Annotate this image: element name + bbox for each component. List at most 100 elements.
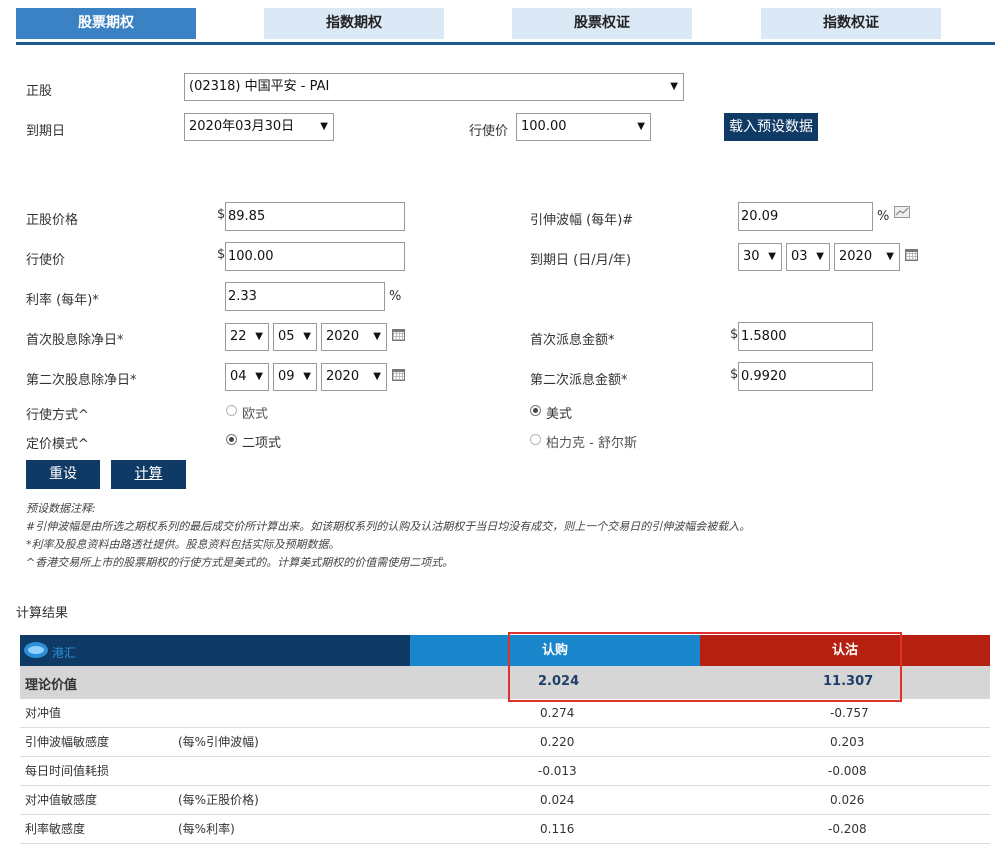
first-exdate-day-select[interactable]: 22 ▼ — [225, 323, 269, 351]
radio-binomial[interactable] — [226, 434, 237, 445]
expiry-year-select[interactable]: 2020 ▼ — [834, 243, 900, 271]
pricing-model-label: 定价模式^ — [26, 437, 89, 452]
row-note: (每%正股价格) — [178, 793, 259, 807]
chevron-down-icon: ▼ — [637, 121, 645, 132]
expiry-month: 03 — [791, 249, 808, 264]
row-label: 利率敏感度 — [25, 822, 86, 836]
row-call-value: 0.220 — [540, 735, 575, 749]
row-call-value: -0.013 — [538, 764, 577, 778]
chevron-down-icon: ▼ — [255, 371, 263, 382]
expiry-month-select[interactable]: 03 ▼ — [786, 243, 830, 271]
row-put-value: -0.757 — [830, 706, 869, 720]
result-row-vega: 引伸波幅敏感度 (每%引伸波幅) 0.220 0.203 — [20, 728, 990, 757]
chart-icon[interactable] — [894, 206, 910, 218]
exercise-style-label: 行使方式^ — [26, 408, 89, 423]
chevron-down-icon: ▼ — [320, 121, 328, 132]
brand-name: 港汇 — [52, 646, 77, 660]
radio-european[interactable] — [226, 405, 237, 416]
row-note: (每%引伸波幅) — [178, 735, 259, 749]
second-exdate-year-select[interactable]: 2020 ▼ — [321, 363, 387, 391]
calendar-icon[interactable] — [905, 249, 918, 261]
second-dividend-label: 第二次派息金额* — [530, 373, 628, 388]
reset-button[interactable]: 重设 — [26, 460, 100, 489]
rate-input[interactable]: 2.33 — [225, 282, 385, 311]
row-call-value: 0.024 — [540, 793, 575, 807]
tab-index-warrants[interactable]: 指数权证 — [761, 8, 941, 39]
second-exdate-month: 09 — [278, 369, 295, 384]
strike-select-value: 100.00 — [521, 119, 567, 134]
strike-select[interactable]: 100.00 ▼ — [516, 113, 651, 141]
first-exdate-month-select[interactable]: 05 ▼ — [273, 323, 317, 351]
second-exdate-day: 04 — [230, 369, 247, 384]
radio-american-label: 美式 — [546, 407, 573, 422]
row-label: 引伸波幅敏感度 — [25, 735, 110, 749]
strike-input[interactable]: 100.00 — [225, 242, 405, 271]
theoretical-value-label: 理论价值 — [25, 678, 78, 693]
radio-binomial-label: 二项式 — [242, 436, 282, 451]
iv-input[interactable]: 20.09 — [738, 202, 873, 231]
tab-index-options[interactable]: 指数期权 — [264, 8, 444, 39]
product-tabs: 股票期权 指数期权 股票权证 指数权证 — [16, 8, 995, 45]
underlying-label: 正股 — [26, 84, 53, 99]
expiry-select[interactable]: 2020年03月30日 ▼ — [184, 113, 334, 141]
notes-heading: 预设数据注释: — [26, 502, 96, 515]
result-row-rho: 利率敏感度 (每%利率) 0.116 -0.208 — [20, 815, 990, 844]
chevron-down-icon: ▼ — [670, 81, 678, 92]
chevron-down-icon: ▼ — [886, 251, 894, 262]
row-note: (每%利率) — [178, 822, 235, 836]
row-label: 对冲值 — [25, 706, 62, 720]
stock-price-input[interactable]: 89.85 — [225, 202, 405, 231]
first-exdate-year: 2020 — [326, 329, 360, 344]
chevron-down-icon: ▼ — [373, 331, 381, 342]
row-put-value: 0.203 — [830, 735, 865, 749]
calendar-icon[interactable] — [392, 329, 405, 341]
expiry-day-select[interactable]: 30 ▼ — [738, 243, 782, 271]
row-call-value: 0.116 — [540, 822, 575, 836]
row-call-value: 0.274 — [540, 706, 575, 720]
iv-unit: % — [877, 209, 890, 224]
strike-label: 行使价 — [26, 253, 66, 268]
underlying-select-value: (02318) 中国平安 - PAI — [189, 79, 330, 94]
expiry-select-value: 2020年03月30日 — [189, 119, 295, 134]
second-exdate-month-select[interactable]: 09 ▼ — [273, 363, 317, 391]
load-preset-button[interactable]: 载入预设数据 — [724, 113, 818, 141]
second-exdate-year: 2020 — [326, 369, 360, 384]
results-brand-header: 港汇 — [20, 635, 410, 666]
row-put-value: 0.026 — [830, 793, 865, 807]
highlight-box — [508, 632, 902, 702]
second-exdate-label: 第二次股息除净日* — [26, 373, 137, 388]
iv-label: 引伸波幅 (每年)# — [530, 213, 634, 228]
chevron-down-icon: ▼ — [255, 331, 263, 342]
stock-price-label: 正股价格 — [26, 213, 79, 228]
expiry-day: 30 — [743, 249, 760, 264]
expiry-select-label: 到期日 — [26, 124, 66, 139]
first-exdate-year-select[interactable]: 2020 ▼ — [321, 323, 387, 351]
first-exdate-month: 05 — [278, 329, 295, 344]
radio-black-scholes[interactable] — [530, 434, 541, 445]
radio-european-label: 欧式 — [242, 407, 269, 422]
row-label: 对冲值敏感度 — [25, 793, 98, 807]
results-title: 计算结果 — [16, 606, 69, 621]
tab-stock-warrants[interactable]: 股票权证 — [512, 8, 692, 39]
row-label: 每日时间值耗损 — [25, 764, 110, 778]
first-exdate-label: 首次股息除净日* — [26, 333, 124, 348]
first-dividend-label: 首次派息金额* — [530, 333, 615, 348]
chevron-down-icon: ▼ — [768, 251, 776, 262]
second-exdate-day-select[interactable]: 04 ▼ — [225, 363, 269, 391]
radio-american[interactable] — [530, 405, 541, 416]
brand-logo-icon — [24, 642, 48, 658]
expiry-date-label: 到期日 (日/月/年) — [530, 253, 632, 268]
rate-label: 利率 (每年)* — [26, 293, 99, 308]
second-dividend-input[interactable]: 0.9920 — [738, 362, 873, 391]
rate-unit: % — [389, 289, 402, 304]
tab-stock-options[interactable]: 股票期权 — [16, 8, 196, 39]
calendar-icon[interactable] — [392, 369, 405, 381]
chevron-down-icon: ▼ — [303, 371, 311, 382]
underlying-select[interactable]: (02318) 中国平安 - PAI ▼ — [184, 73, 684, 101]
row-put-value: -0.008 — [828, 764, 867, 778]
chevron-down-icon: ▼ — [303, 331, 311, 342]
first-dividend-input[interactable]: 1.5800 — [738, 322, 873, 351]
note-iv: #引伸波幅是由所选之期权系列的最后成交价所计算出来。如该期权系列的认购及认沽期权… — [26, 520, 751, 533]
chevron-down-icon: ▼ — [816, 251, 824, 262]
calculate-button[interactable]: 计算 — [111, 460, 186, 489]
